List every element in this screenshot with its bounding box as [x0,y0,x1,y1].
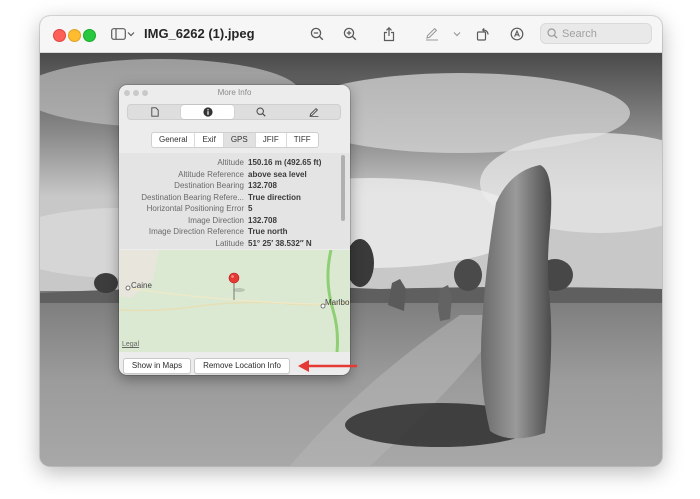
window-title: IMG_6262 (1).jpeg [144,26,255,41]
property-row: Latitude 51° 25′ 38.532″ N [119,238,350,249]
title-bar: IMG_6262 (1).jpeg [40,16,662,53]
gps-properties-list[interactable]: Altitude 150.16 m (492.65 ft) Altitude R… [119,153,350,249]
property-row: Image Direction 132.708 [119,215,350,226]
property-value: 51° 25′ 38.532″ N [248,238,312,248]
tab-jfif[interactable]: JFIF [256,133,287,147]
property-row: Horizontal Positioning Error 5 [119,203,350,214]
map-place-label: Marlbo [325,298,350,307]
chevron-down-icon[interactable] [127,24,135,44]
rotate-icon[interactable] [474,24,492,44]
document-icon[interactable] [128,105,181,119]
zoom-button[interactable] [83,29,96,42]
property-value: 5 [248,204,253,213]
show-in-maps-button[interactable]: Show in Maps [123,358,191,374]
property-value: 150.16 m (492.65 ft) [248,158,322,167]
chevron-down-icon[interactable] [453,24,461,44]
metadata-tabs: General Exif GPS JFIF TIFF [151,132,319,148]
search-field[interactable] [540,23,652,44]
tab-general[interactable]: General [152,133,196,147]
search-icon[interactable] [234,105,287,119]
map-legal-link[interactable]: Legal [122,341,139,348]
property-key: Altitude Reference [178,169,244,179]
tab-exif[interactable]: Exif [195,133,224,147]
location-map[interactable]: Caine Marlbo Legal [119,250,350,352]
property-value: 132.708 [248,181,277,190]
search-input[interactable] [562,27,642,40]
property-row: Destination Bearing 132.708 [119,180,350,191]
property-key: Destination Bearing Refere... [141,192,244,202]
property-key: Image Direction [187,215,244,225]
pencil-icon[interactable] [287,105,340,119]
panel-title: More Info [217,88,252,97]
preview-window: IMG_6262 (1).jpeg Search More Info Gener… [40,16,662,466]
property-value: above sea level [248,169,307,179]
property-key: Altitude [217,158,244,167]
minimize-button[interactable] [68,29,81,42]
tab-tiff[interactable]: TIFF [287,133,318,147]
info-icon[interactable] [181,105,234,119]
inspector-segmented-control [127,104,341,120]
remove-location-button[interactable]: Remove Location Info [194,358,290,374]
property-row: Altitude Reference above sea level [119,169,350,180]
property-row: Image Direction Reference True north [119,226,350,237]
zoom-out-icon[interactable] [308,24,326,44]
property-key: Horizontal Positioning Error [146,204,244,213]
markup-pen-icon[interactable] [423,24,441,44]
property-key: Latitude [215,238,244,248]
close-button[interactable] [53,29,66,42]
zoom-in-icon[interactable] [341,24,359,44]
property-row: Altitude 150.16 m (492.65 ft) [119,157,350,168]
map-place-label: Caine [131,281,152,290]
property-value: 132.708 [248,215,277,225]
property-key: Image Direction Reference [148,227,244,236]
share-icon[interactable] [380,24,398,44]
sidebar-icon[interactable] [110,24,126,44]
property-key: Destination Bearing [174,181,244,190]
more-info-panel: More Info General Exif GPS JFIF TIFF Alt… [119,85,350,375]
properties-scrollbar[interactable] [341,155,345,221]
tab-gps[interactable]: GPS [223,133,256,147]
property-value: True direction [248,192,301,202]
search-icon [547,28,558,39]
markup-circle-icon[interactable] [508,24,526,44]
property-value: True north [248,227,288,236]
property-row: Destination Bearing Refere... True direc… [119,192,350,203]
